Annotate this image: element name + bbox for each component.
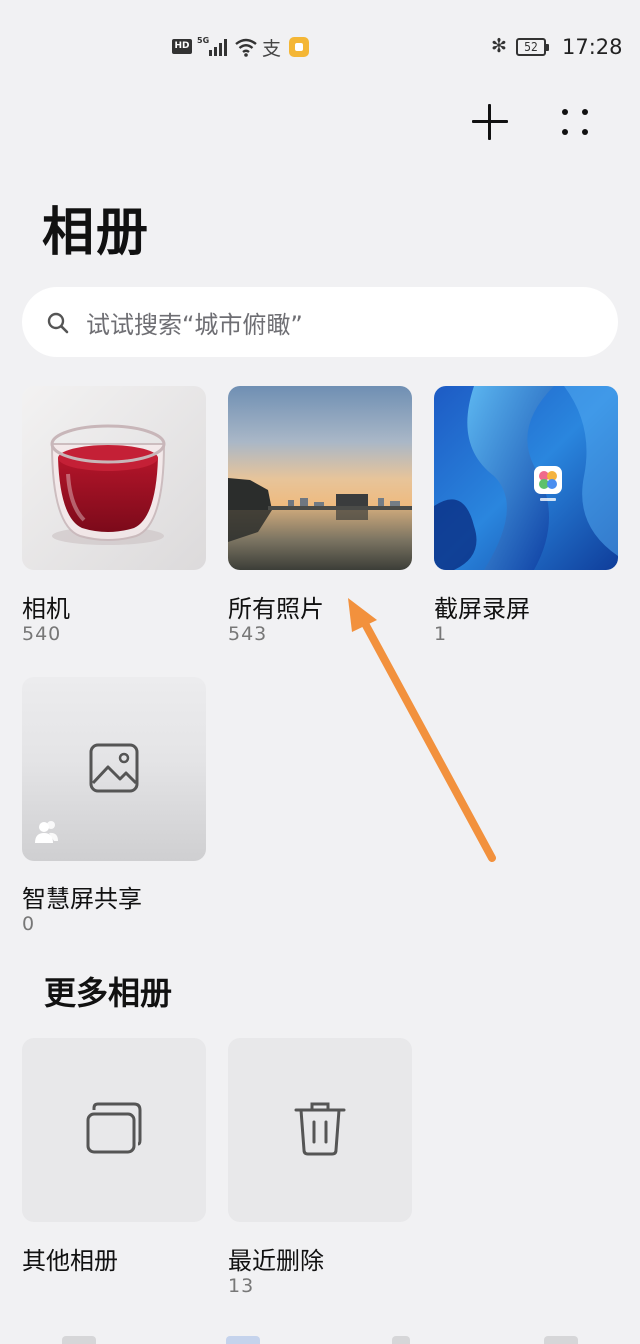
album-other-thumbnail[interactable] <box>22 1038 206 1222</box>
more-options-button[interactable] <box>554 100 598 144</box>
bluetooth-icon: ✻ <box>491 35 507 57</box>
search-icon <box>47 312 69 334</box>
alipay-icon: 支 <box>262 38 282 60</box>
album-count: 543 <box>228 623 268 645</box>
album-name: 智慧屏共享 <box>22 885 142 913</box>
album-name: 截屏录屏 <box>434 595 530 623</box>
clock: 17:28 <box>562 35 623 59</box>
album-name: 所有照片 <box>228 595 324 623</box>
album-count: 540 <box>22 623 62 645</box>
share-tile-graphics <box>35 743 139 843</box>
app-notification-icon <box>289 37 309 57</box>
add-album-button[interactable] <box>468 100 512 144</box>
signal-icon <box>209 39 227 56</box>
wifi-icon <box>235 38 257 57</box>
status-bar: HD 5G 支 ✻ 52 17:28 <box>0 34 640 62</box>
red-drink-glass-photo <box>22 386 206 570</box>
album-all-photos-thumbnail[interactable] <box>228 386 412 570</box>
nav-photos-icon[interactable] <box>62 1336 96 1344</box>
nav-discover-icon[interactable] <box>544 1336 578 1344</box>
album-name: 最近删除 <box>228 1247 324 1275</box>
more-albums-heading: 更多相册 <box>44 974 173 1012</box>
sunset-lake-photo <box>228 386 412 570</box>
album-screen-share-thumbnail[interactable] <box>22 677 206 861</box>
search-bar[interactable]: 试试搜索“城市俯瞰” <box>22 287 618 357</box>
album-recently-deleted-thumbnail[interactable] <box>228 1038 412 1222</box>
album-name: 其他相册 <box>22 1247 118 1275</box>
battery-icon: 52 <box>516 38 549 56</box>
album-count: 13 <box>228 1275 255 1297</box>
album-count: 0 <box>22 913 36 935</box>
album-screenshots-thumbnail[interactable] <box>434 386 618 570</box>
albums-stack-icon <box>86 1102 142 1154</box>
hd-voice-icon: HD <box>172 39 192 54</box>
album-name: 相机 <box>22 595 70 623</box>
image-placeholder-icon <box>89 743 139 793</box>
blue-wallpaper-screenshot <box>434 386 618 570</box>
trash-icon <box>294 1102 346 1156</box>
album-camera-thumbnail[interactable] <box>22 386 206 570</box>
album-count: 1 <box>434 623 448 645</box>
search-placeholder: 试试搜索“城市俯瞰” <box>86 311 303 339</box>
nav-moments-icon[interactable] <box>392 1336 410 1344</box>
page-title: 相册 <box>42 203 151 263</box>
battery-level: 52 <box>524 40 538 54</box>
nav-albums-icon[interactable] <box>226 1336 260 1344</box>
shared-user-icon <box>35 821 58 843</box>
